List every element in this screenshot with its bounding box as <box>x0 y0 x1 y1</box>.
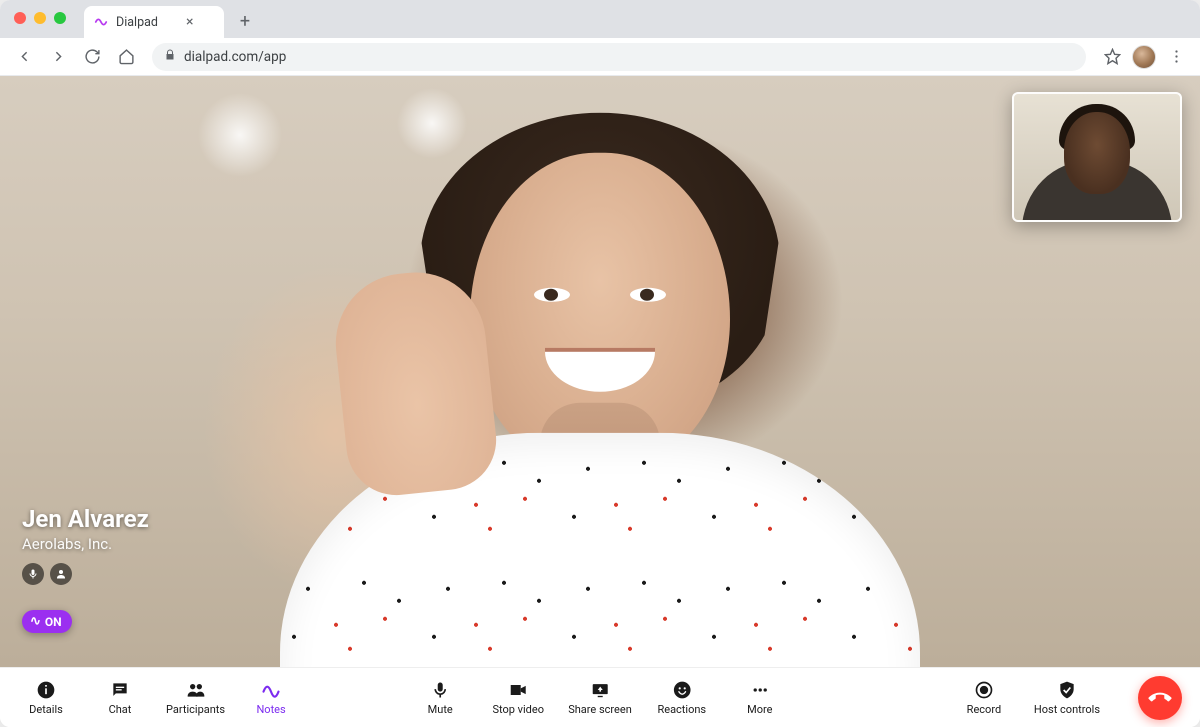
tab-title: Dialpad <box>116 15 158 30</box>
back-button[interactable] <box>10 43 38 71</box>
maximize-window-button[interactable] <box>54 12 66 24</box>
details-button[interactable]: Details <box>18 680 74 716</box>
end-call-button[interactable] <box>1138 676 1182 720</box>
participants-button[interactable]: Participants <box>166 680 225 716</box>
call-toolbar: Details Chat Participants Notes Mute <box>0 667 1200 727</box>
ai-on-badge[interactable]: ∿ ON <box>22 610 72 633</box>
main-participant-figure <box>260 113 940 667</box>
url-text: dialpad.com/app <box>184 49 286 65</box>
chat-button[interactable]: Chat <box>92 680 148 716</box>
participants-label: Participants <box>166 703 225 716</box>
host-controls-label: Host controls <box>1034 703 1100 716</box>
reactions-button[interactable]: Reactions <box>654 680 710 716</box>
more-button[interactable]: More <box>732 680 788 716</box>
share-screen-icon <box>590 680 610 700</box>
window-controls <box>14 12 66 24</box>
browser-tab-strip: Dialpad × + <box>0 0 1200 38</box>
share-screen-button[interactable]: Share screen <box>568 680 632 716</box>
info-icon <box>36 680 56 700</box>
notes-wave-icon <box>261 680 281 700</box>
details-label: Details <box>29 703 63 716</box>
participant-name: Jen Alvarez <box>22 505 149 533</box>
profile-avatar[interactable] <box>1132 45 1156 69</box>
mute-label: Mute <box>428 703 453 716</box>
browser-window: Dialpad × + dialpad.com/app <box>0 0 1200 727</box>
reactions-label: Reactions <box>657 703 706 716</box>
close-tab-icon[interactable]: × <box>186 14 193 30</box>
participant-company: Aerolabs, Inc. <box>22 535 149 553</box>
lock-icon <box>164 49 176 65</box>
participant-info-overlay: Jen Alvarez Aerolabs, Inc. <box>22 505 149 585</box>
more-icon <box>750 680 770 700</box>
more-label: More <box>747 703 772 716</box>
ai-badge-label: ON <box>45 615 62 629</box>
close-window-button[interactable] <box>14 12 26 24</box>
new-tab-button[interactable]: + <box>232 8 258 34</box>
video-call-area: Jen Alvarez Aerolabs, Inc. ∿ ON <box>0 76 1200 667</box>
video-icon <box>508 680 528 700</box>
browser-toolbar: dialpad.com/app <box>0 38 1200 76</box>
address-bar[interactable]: dialpad.com/app <box>152 43 1086 71</box>
record-label: Record <box>967 703 1001 716</box>
notes-button[interactable]: Notes <box>243 680 299 716</box>
share-screen-label: Share screen <box>568 703 632 716</box>
minimize-window-button[interactable] <box>34 12 46 24</box>
mic-status-icon <box>22 563 44 585</box>
microphone-icon <box>430 680 450 700</box>
notes-label: Notes <box>256 703 285 716</box>
ai-wave-icon: ∿ <box>30 614 40 629</box>
record-icon <box>974 680 994 700</box>
person-status-icon <box>50 563 72 585</box>
participants-icon <box>186 680 206 700</box>
stop-video-label: Stop video <box>492 703 544 716</box>
chat-icon <box>110 680 130 700</box>
shield-check-icon <box>1057 680 1077 700</box>
self-view-pip[interactable] <box>1012 92 1182 222</box>
phone-icon <box>1144 682 1175 713</box>
forward-button[interactable] <box>44 43 72 71</box>
stop-video-button[interactable]: Stop video <box>490 680 546 716</box>
chat-label: Chat <box>109 703 132 716</box>
reload-button[interactable] <box>78 43 106 71</box>
home-button[interactable] <box>112 43 140 71</box>
smiley-icon <box>672 680 692 700</box>
mute-button[interactable]: Mute <box>412 680 468 716</box>
host-controls-button[interactable]: Host controls <box>1034 676 1100 720</box>
bookmark-star-icon[interactable] <box>1098 43 1126 71</box>
record-button[interactable]: Record <box>956 676 1012 720</box>
browser-tab[interactable]: Dialpad × <box>84 6 224 38</box>
browser-menu-icon[interactable] <box>1162 43 1190 71</box>
dialpad-favicon-icon <box>94 15 108 29</box>
